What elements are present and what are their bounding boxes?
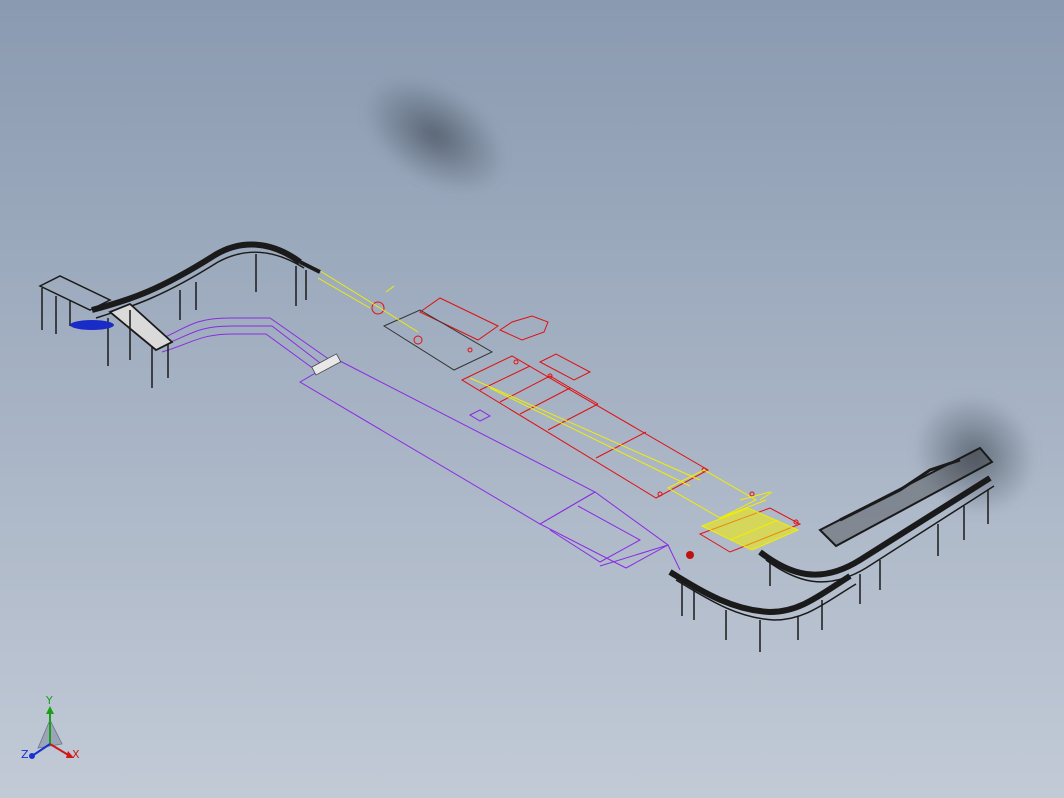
- purple-floor-layout: [157, 317, 681, 571]
- z-axis-label: Z: [21, 748, 29, 761]
- conveyor-assembly-model[interactable]: [0, 0, 1064, 798]
- sensor-marker: [686, 551, 694, 559]
- blue-drive-unit: [70, 320, 114, 330]
- y-axis-label: Y: [46, 694, 53, 707]
- x-axis-arrow: [49, 743, 71, 757]
- left-conveyor-line: [38, 241, 321, 388]
- coordinate-triad: Y X Z: [18, 694, 88, 772]
- station-outline: [382, 309, 494, 371]
- yellow-planning-layout: [311, 265, 800, 551]
- cad-graphics-area[interactable]: Y X Z: [0, 0, 1064, 798]
- x-axis-label: X: [72, 748, 80, 761]
